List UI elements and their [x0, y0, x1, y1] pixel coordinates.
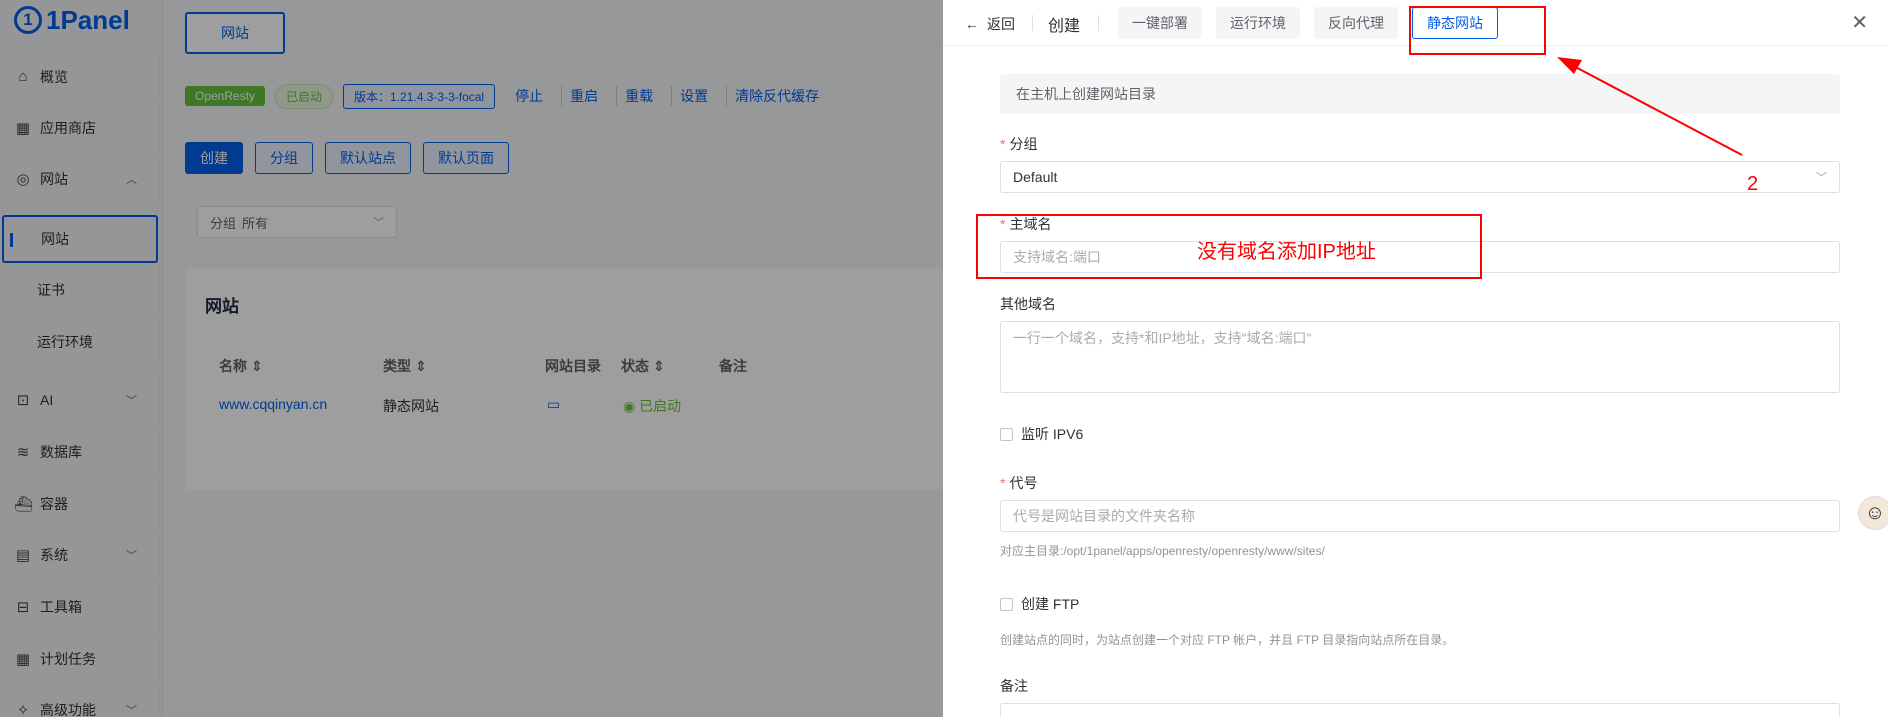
group-label: * 分组: [1000, 136, 1038, 152]
alias-label: * 代号: [1000, 475, 1038, 491]
remark-label: 备注: [1000, 678, 1028, 694]
close-icon[interactable]: ✕: [1851, 10, 1868, 35]
annotation-domain-note: 没有域名添加IP地址: [1197, 241, 1376, 263]
other-domains-label: 其他域名: [1000, 296, 1056, 312]
create-website-drawer: ← 返回 创建 一键部署 运行环境 反向代理 静态网站 ✕ 在主机上创建网站目录…: [943, 0, 1888, 717]
chevron-down-icon: ﹀: [1816, 172, 1827, 184]
alias-input[interactable]: 代号是网站目录的文件夹名称: [1000, 500, 1840, 532]
tab-reverse-proxy[interactable]: 反向代理: [1314, 7, 1398, 39]
arrow-left-icon: ←: [965, 16, 979, 32]
tab-one-click-deploy[interactable]: 一键部署: [1118, 7, 1202, 39]
annotation-box-static-tab: [1409, 6, 1546, 55]
tab-runtime[interactable]: 运行环境: [1216, 7, 1300, 39]
alias-hint: 对应主目录:/opt/1panel/apps/openresty/openres…: [1000, 544, 1325, 558]
group-select[interactable]: Default ﹀: [1000, 161, 1840, 193]
remark-input[interactable]: [1000, 703, 1840, 717]
divider: [1032, 15, 1033, 31]
ftp-hint: 创建站点的同时，为站点创建一个对应 FTP 帐户，并且 FTP 目录指向站点所在…: [1000, 633, 1455, 647]
drawer-title: 创建: [1048, 18, 1081, 35]
other-domains-textarea[interactable]: 一行一个域名，支持*和IP地址，支持"域名:端口": [1000, 321, 1840, 393]
annotation-step-number: 2: [1747, 173, 1759, 195]
assistant-avatar-icon[interactable]: ☺: [1858, 496, 1888, 530]
back-button[interactable]: ← 返回: [965, 14, 1015, 34]
create-ftp-checkbox[interactable]: 创建 FTP: [1000, 594, 1079, 614]
drawer-overlay[interactable]: [0, 0, 943, 717]
checkbox-box: [1000, 597, 1013, 611]
divider: [1098, 15, 1099, 31]
ipv6-checkbox[interactable]: 监听 IPV6: [1000, 424, 1083, 444]
info-banner: 在主机上创建网站目录: [1000, 74, 1840, 114]
checkbox-box: [1000, 427, 1013, 441]
